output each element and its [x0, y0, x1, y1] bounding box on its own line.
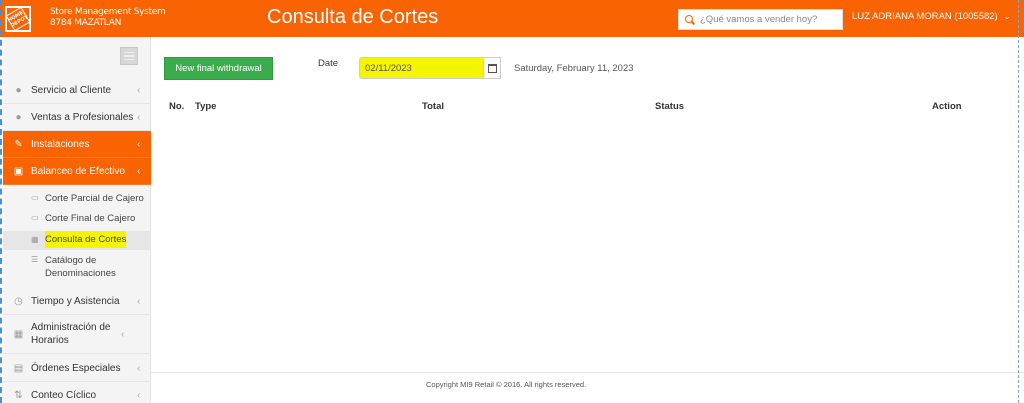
system-info: Store Management System 8784 MAZATLAN — [50, 7, 166, 29]
sidebar-item-label: Órdenes Especiales — [31, 362, 121, 374]
chevron-left-icon: ‹ — [137, 295, 141, 307]
chevron-left-icon: ‹ — [137, 138, 141, 150]
date-picker-button[interactable] — [484, 57, 501, 79]
sidebar: ● Servicio al Cliente ‹ ● Ventas a Profe… — [3, 37, 151, 403]
system-name: Store Management System — [50, 7, 166, 17]
selection-border-right — [1018, 0, 1020, 403]
wrench-icon: ✎ — [14, 138, 23, 150]
calendar-icon — [487, 63, 497, 73]
sidebar-item-servicio-al-cliente[interactable]: ● Servicio al Cliente ‹ — [3, 77, 151, 104]
chevron-left-icon: ‹ — [137, 362, 141, 374]
user-icon: ● — [15, 84, 22, 96]
submenu-label: Corte Final de Cajero — [45, 213, 136, 224]
sort-icon: ⇅ — [14, 389, 23, 401]
sidebar-item-ordenes-especiales[interactable]: ▤ Órdenes Especiales ‹ — [3, 355, 151, 382]
selection-border-left — [0, 0, 3, 403]
column-header-action: Action — [932, 101, 962, 112]
sidebar-item-conteo-ciclico[interactable]: ⇅ Conteo Cíclico ‹ — [3, 382, 151, 403]
top-header: HOME DEPOT Store Management System 8784 … — [0, 0, 1024, 37]
menu-icon-bar — [124, 55, 134, 57]
date-input[interactable]: 02/11/2023 — [359, 57, 484, 79]
submenu-consulta-de-cortes[interactable]: ▦ Consulta de Cortes — [3, 231, 151, 250]
chevron-left-icon: ‹ — [137, 111, 141, 123]
new-final-withdrawal-button[interactable]: New final withdrawal — [164, 57, 273, 80]
submenu-label: Corte Parcial de Cajero — [45, 193, 144, 204]
store-name: 8784 MAZATLAN — [50, 18, 122, 28]
user-icon: ● — [15, 111, 22, 123]
cash-icon: ▭ — [31, 193, 39, 202]
user-name: LUZ ADRIANA MORAN (1005582) — [852, 11, 998, 22]
submenu-corte-final-de-cajero[interactable]: ▭ Corte Final de Cajero — [3, 212, 151, 230]
sidebar-item-label: Conteo Cíclico — [31, 389, 97, 401]
logo-text: HOME DEPOT — [5, 6, 31, 32]
app-window: HOME DEPOT Store Management System 8784 … — [0, 0, 1024, 403]
user-menu[interactable]: LUZ ADRIANA MORAN (1005582) ⌄ — [852, 11, 1010, 22]
clock-icon: ◷ — [14, 295, 23, 307]
home-depot-logo[interactable]: HOME DEPOT — [5, 6, 31, 32]
sidebar-toggle-button[interactable] — [120, 47, 138, 65]
sidebar-item-label: Tiempo y Asistencia — [31, 295, 120, 307]
submenu-catalogo-de-denominaciones[interactable]: ☰ Catálogo de Denominaciones — [3, 254, 151, 282]
sidebar-item-administracion-de-horarios[interactable]: ▦ Administración de Horarios ‹ — [3, 315, 151, 354]
submenu-label: Consulta de Cortes — [45, 231, 127, 248]
sidebar-item-ventas-a-profesionales[interactable]: ● Ventas a Profesionales ‹ — [3, 104, 151, 131]
cash-icon: ▭ — [31, 213, 39, 222]
submenu-label: Catálogo de Denominaciones — [45, 255, 116, 279]
sidebar-item-label: Instalaciones — [31, 138, 90, 150]
column-header-no: No. — [169, 101, 185, 112]
chevron-down-icon: ⌄ — [1003, 12, 1011, 21]
date-label: Date — [318, 58, 339, 69]
copyright-text: Copyright MI9 Retail © 2016. All rights … — [426, 380, 587, 389]
date-long-display: Saturday, February 11, 2023 — [514, 63, 634, 74]
cash-icon: ▣ — [13, 165, 24, 177]
column-header-total: Total — [422, 101, 444, 112]
sidebar-item-tiempo-y-asistencia[interactable]: ◷ Tiempo y Asistencia ‹ — [3, 288, 151, 315]
calendar-icon: ▦ — [31, 235, 39, 244]
sidebar-item-label: Administración de Horarios — [31, 322, 111, 346]
chevron-left-icon: ‹ — [137, 389, 141, 401]
column-header-type: Type — [195, 101, 217, 112]
column-header-status: Status — [655, 101, 685, 112]
chevron-left-icon: ‹ — [137, 84, 141, 96]
menu-icon-bar — [124, 51, 134, 54]
sidebar-item-label: Ventas a Profesionales — [31, 111, 134, 123]
search-icon — [685, 14, 695, 25]
date-value: 02/11/2023 — [365, 62, 412, 74]
search-box[interactable] — [678, 9, 843, 30]
file-icon: ▤ — [13, 362, 24, 374]
chevron-left-icon: ‹ — [121, 328, 125, 340]
calendar-icon: ▦ — [13, 328, 24, 340]
sidebar-item-instalaciones[interactable]: ✎ Instalaciones ‹ — [3, 131, 151, 158]
chevron-down-icon: ‹ — [137, 165, 141, 177]
menu-icon-bar — [124, 58, 134, 61]
sidebar-item-balanceo-de-efectivo[interactable]: ▣ Balanceo de Efectivo ‹ — [3, 158, 151, 185]
search-input[interactable] — [700, 14, 840, 25]
page-title: Consulta de Cortes — [267, 6, 439, 28]
sidebar-item-label: Balanceo de Efectivo — [31, 165, 125, 177]
list-icon: ☰ — [31, 255, 39, 264]
sidebar-item-label: Servicio al Cliente — [31, 84, 112, 96]
footer: Copyright MI9 Retail © 2016. All rights … — [151, 372, 1024, 403]
submenu-corte-parcial-de-cajero[interactable]: ▭ Corte Parcial de Cajero — [3, 192, 151, 210]
